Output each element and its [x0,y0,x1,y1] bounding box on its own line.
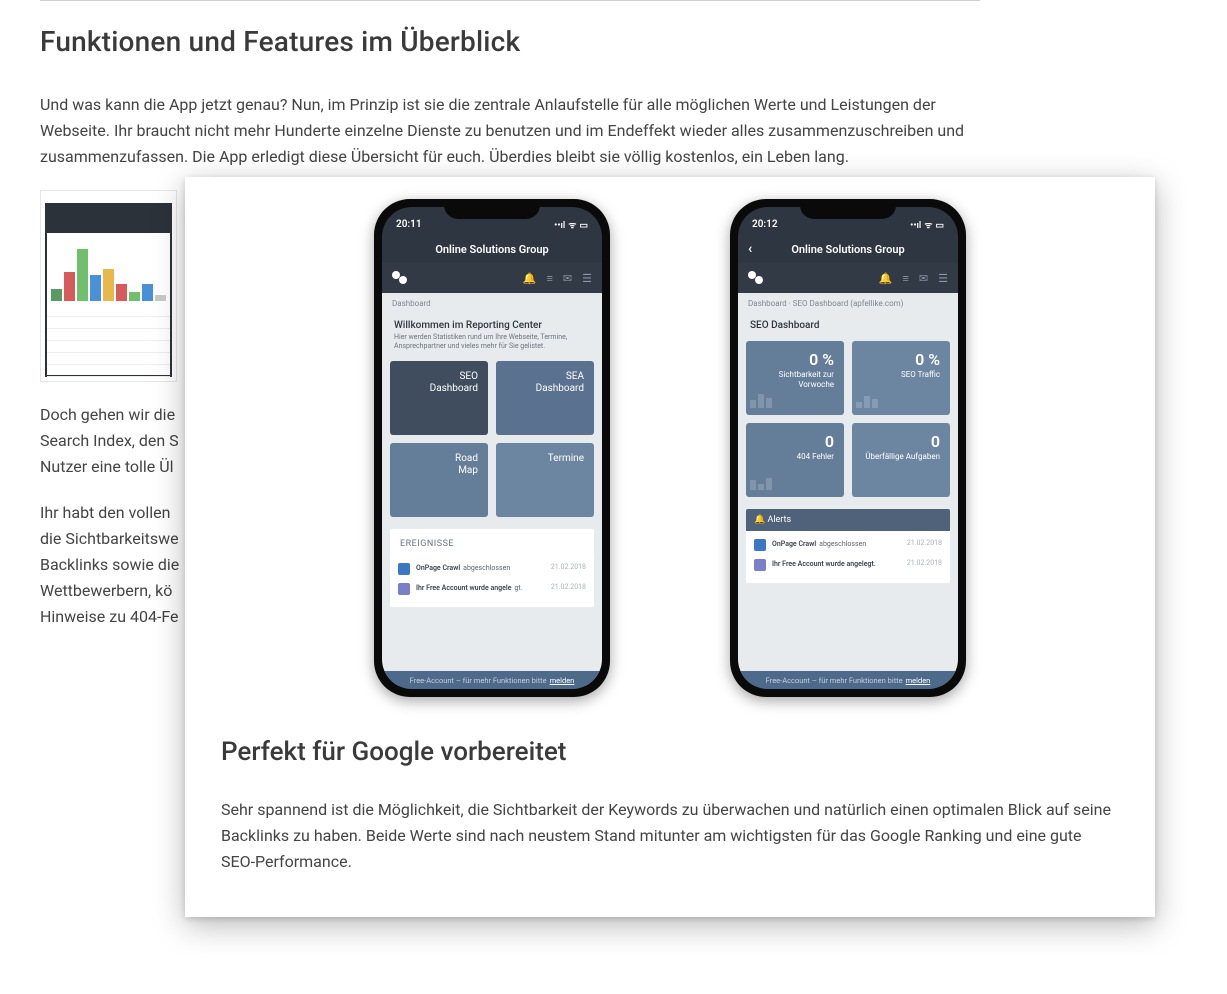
event-chip-icon [398,563,410,575]
overlay-heading: Perfekt für Google vorbereitet [221,737,1119,767]
alert-row[interactable]: Ihr Free Account wurde angelegt. 21.02.2… [752,555,944,575]
back-p1: Und was kann die App jetzt genau? Nun, i… [40,92,980,170]
event-chip-icon [398,583,410,595]
phone-a-time: 20:11 [396,219,422,230]
list-icon[interactable]: ≡ [902,272,908,285]
tile-visibility[interactable]: 0 %Sichtbarkeit zur Vorwoche [746,341,844,415]
thumbnail-image[interactable] [40,190,177,382]
event-chip-icon [754,559,766,571]
tile-seo-dashboard[interactable]: SEODashboard [390,361,488,435]
breadcrumb: Dashboard · SEO Dashboard (apfellike.com… [738,293,958,314]
welcome-title: Willkommen im Reporting Center [394,320,590,331]
menu-icon[interactable]: ☰ [582,272,592,285]
brand-logo-icon [748,271,766,285]
menu-icon[interactable]: ☰ [938,272,948,285]
alert-row[interactable]: OnPage Crawlabgeschlossen 21.02.2018 [752,535,944,555]
phone-a: 20:11 ••ılᯤ▭ Online Solutions Group 🔔 ≡ … [374,199,610,697]
footer-link[interactable]: melden [906,676,931,685]
phone-b-title: Online Solutions Group [791,243,904,256]
bell-icon[interactable]: 🔔 [523,272,537,285]
tile-roadmap[interactable]: RoadMap [390,443,488,517]
back-heading: Funktionen und Features im Überblick [40,25,980,58]
overlay-card: 20:11 ••ılᯤ▭ Online Solutions Group 🔔 ≡ … [185,177,1155,917]
bell-icon[interactable]: 🔔 [879,272,893,285]
events-heading: EREIGNISSE [390,529,594,555]
phone-b-time: 20:12 [752,219,778,230]
footer-link[interactable]: melden [550,676,575,685]
tile-overdue[interactable]: 0Überfällige Aufgaben [852,423,950,497]
breadcrumb: Dashboard [382,293,602,314]
event-row[interactable]: OnPage Crawlabgeschlossen 21.02.2018 [396,559,588,579]
brand-logo-icon [392,271,410,285]
alerts-heading: 🔔 Alerts [746,509,950,531]
phone-footer: Free-Account – für mehr Funktionen bitte… [382,671,602,689]
phone-footer: Free-Account – für mehr Funktionen bitte… [738,671,958,689]
overlay-paragraph: Sehr spannend ist die Möglichkeit, die S… [221,797,1119,875]
tile-seo-traffic[interactable]: 0 %SEO Traffic [852,341,950,415]
tile-sea-dashboard[interactable]: SEADashboard [496,361,594,435]
phone-b: 20:12 ••ılᯤ▭ ‹ Online Solutions Group 🔔 … [730,199,966,697]
list-icon[interactable]: ≡ [546,272,552,285]
seo-dash-title: SEO Dashboard [750,320,946,331]
mail-icon[interactable]: ✉ [919,272,928,285]
back-chevron-icon[interactable]: ‹ [748,241,752,257]
welcome-sub: Hier werden Statistiken rund um Ihre Web… [394,333,590,351]
tile-404[interactable]: 0404 Fehler [746,423,844,497]
phone-a-title: Online Solutions Group [382,235,602,263]
status-icons: ••ılᯤ▭ [551,218,588,231]
event-row[interactable]: Ihr Free Account wurde angelegt. 21.02.2… [396,579,588,599]
tile-termine[interactable]: Termine [496,443,594,517]
status-icons: ••ılᯤ▭ [907,218,944,231]
event-chip-icon [754,539,766,551]
mail-icon[interactable]: ✉ [563,272,572,285]
thumb-bar-chart [51,243,166,301]
